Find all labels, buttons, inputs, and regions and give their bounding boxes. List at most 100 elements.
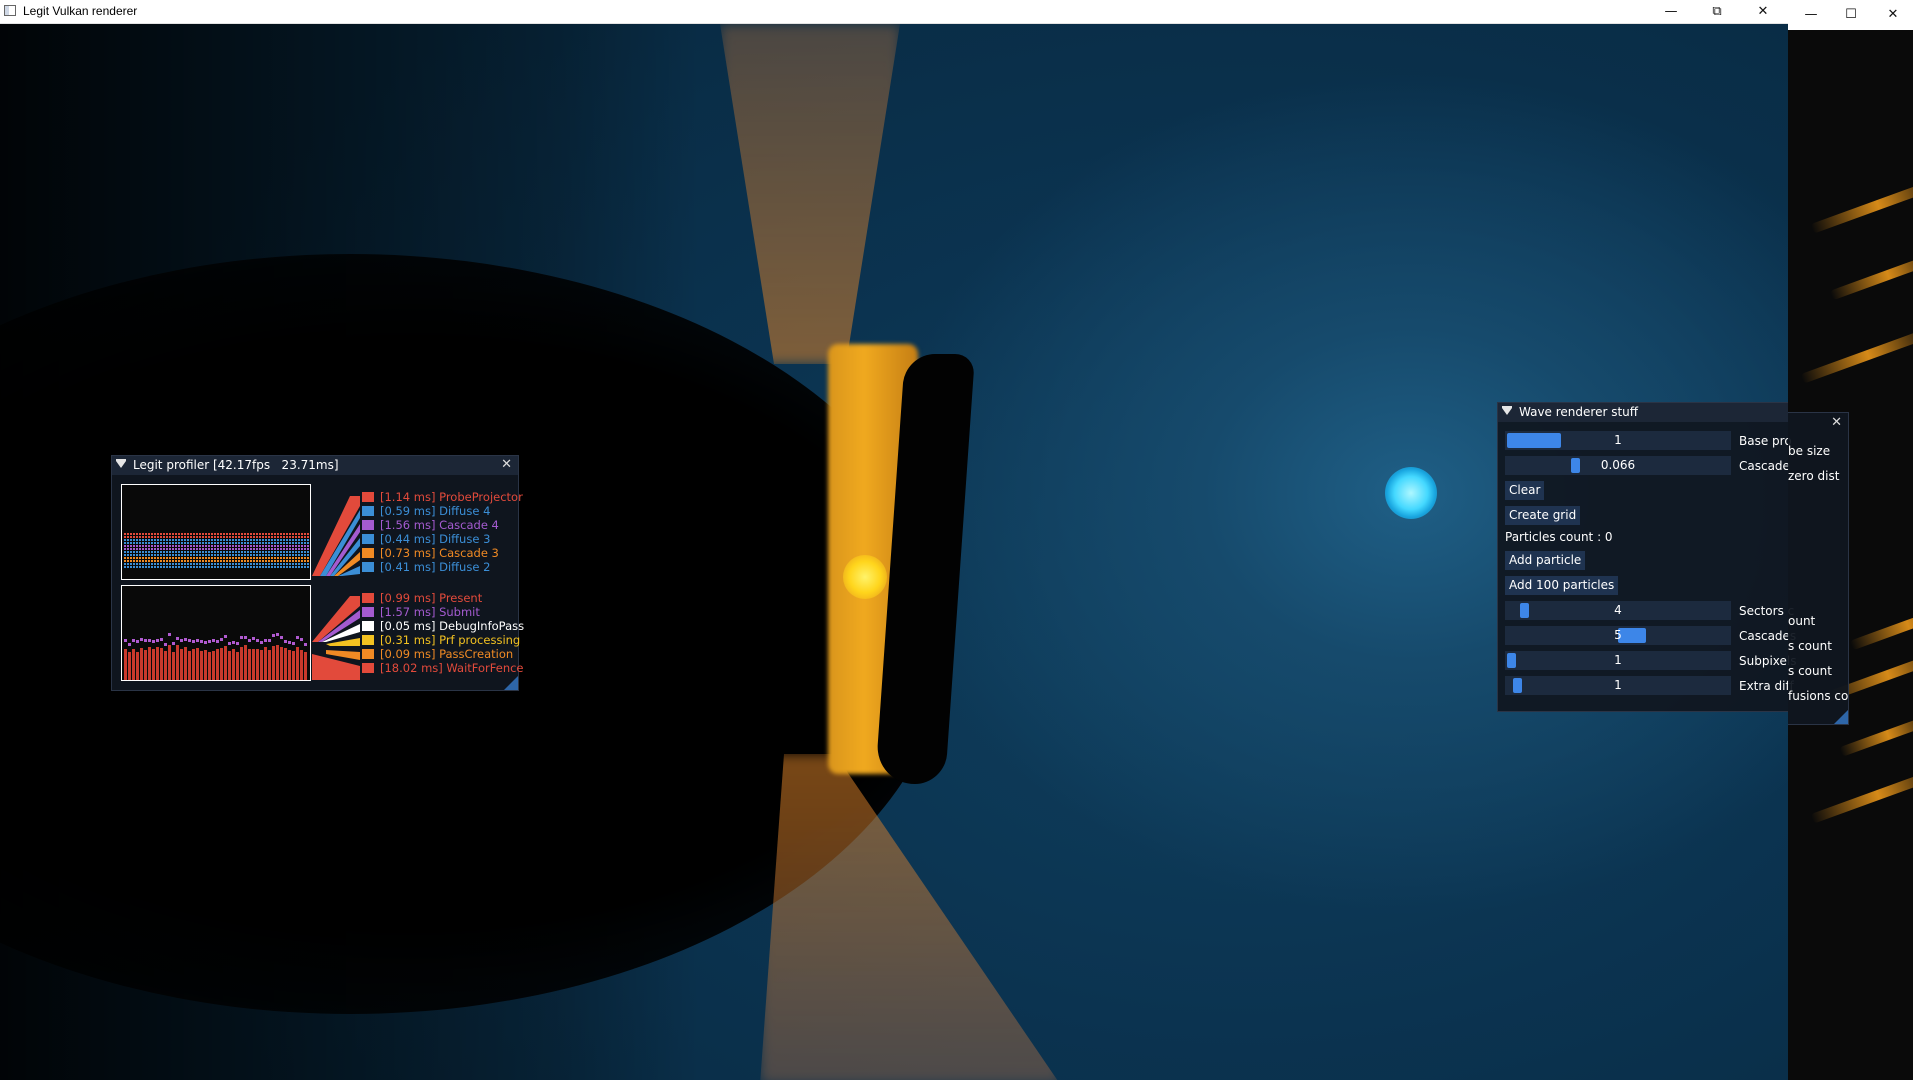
wave-title-bar[interactable]: Wave renderer stuff	[1498, 403, 1788, 422]
gpu-graph-bar	[193, 542, 195, 544]
extra-diffusions-count-slider[interactable]: 1	[1505, 676, 1731, 695]
add-particle-button[interactable]: Add particle	[1505, 551, 1586, 570]
gpu-graph-bar	[265, 533, 267, 535]
blue-light-source	[1385, 467, 1437, 519]
profiler-title-bar[interactable]: Legit profiler [42.17fps 23.71ms] ✕	[112, 456, 518, 475]
gpu-graph-bar	[241, 545, 243, 547]
close-button[interactable]: ✕	[1740, 0, 1786, 23]
gpu-graph-bar	[172, 554, 174, 556]
gpu-graph-bar	[226, 557, 228, 559]
legend-entry: [0.09 ms] PassCreation	[362, 647, 513, 661]
legend-connectors	[312, 496, 360, 680]
legend-swatch	[362, 663, 374, 673]
gpu-graph-bar	[244, 536, 246, 538]
slider-value: 1	[1614, 678, 1622, 692]
gpu-graph-bar	[160, 539, 162, 541]
gpu-graph-bar	[217, 554, 219, 556]
close-icon[interactable]: ✕	[1831, 415, 1842, 430]
legend-swatch	[362, 607, 374, 617]
gpu-graph-bar	[295, 563, 297, 565]
second-close-button[interactable]: ✕	[1870, 3, 1913, 26]
gpu-graph-bar	[271, 551, 273, 553]
gpu-graph-bar	[223, 533, 225, 535]
gpu-graph-bar	[289, 536, 291, 538]
gpu-graph-bar	[220, 539, 222, 541]
gpu-graph-bar	[169, 533, 171, 535]
resize-grip[interactable]	[504, 676, 518, 690]
gpu-graph-bar	[160, 542, 162, 544]
gpu-graph-bar	[124, 545, 126, 547]
gpu-graph-bar	[232, 542, 234, 544]
minimize-button[interactable]: —	[1648, 0, 1694, 23]
gpu-graph-bar	[277, 548, 279, 550]
gpu-graph-bar	[298, 533, 300, 535]
gpu-graph-bar	[205, 536, 207, 538]
gpu-graph-bar	[292, 533, 294, 535]
gpu-graph-bar	[178, 533, 180, 535]
sectors-count-slider[interactable]: 4	[1505, 601, 1731, 620]
gpu-graph-bar	[145, 548, 147, 550]
cascades-count-slider[interactable]: 5	[1505, 626, 1731, 645]
gpu-graph-bar	[178, 557, 180, 559]
gpu-graph-bar	[304, 548, 306, 550]
cpu-graph-marker	[264, 639, 267, 642]
gpu-graph-bar	[274, 536, 276, 538]
collapse-arrow-icon[interactable]	[1502, 406, 1512, 415]
cpu-graph-marker	[284, 640, 287, 643]
gpu-graph-bar	[202, 539, 204, 541]
second-maximize-button[interactable]: ☐	[1828, 3, 1874, 26]
gpu-graph-bar	[175, 533, 177, 535]
close-icon[interactable]: ✕	[501, 457, 512, 472]
gpu-graph-bar	[130, 566, 132, 568]
gpu-graph-bar	[136, 557, 138, 559]
collapse-arrow-icon[interactable]	[116, 459, 126, 468]
gpu-graph-bar	[142, 548, 144, 550]
gpu-graph-bar	[172, 536, 174, 538]
resize-grip[interactable]	[1834, 710, 1848, 724]
gpu-graph-bar	[244, 545, 246, 547]
create-grid-button[interactable]: Create grid	[1505, 506, 1581, 525]
gpu-graph-bar	[199, 557, 201, 559]
gpu-graph-bar	[280, 551, 282, 553]
gpu-graph-bar	[250, 533, 252, 535]
cpu-graph-bar	[148, 647, 151, 680]
gpu-graph-bar	[211, 548, 213, 550]
profiler-window[interactable]: Legit profiler [42.17fps 23.71ms] ✕ [1.1…	[111, 455, 524, 691]
gpu-graph-bar	[307, 548, 309, 550]
clear-button[interactable]: Clear	[1505, 481, 1545, 500]
cascade-zero-dist-slider[interactable]: 0.066	[1505, 456, 1731, 475]
gpu-timing-graph	[121, 484, 311, 580]
subpixels-count-slider[interactable]: 1	[1505, 651, 1731, 670]
gpu-graph-bar	[223, 566, 225, 568]
legend-swatch	[362, 649, 374, 659]
gpu-graph-bar	[202, 551, 204, 553]
gpu-graph-bar	[295, 554, 297, 556]
gpu-graph-bar	[295, 557, 297, 559]
gpu-graph-bar	[223, 560, 225, 562]
cpu-graph-bar	[188, 651, 191, 680]
gpu-graph-bar	[241, 554, 243, 556]
gpu-graph-bar	[241, 542, 243, 544]
gpu-graph-bar	[157, 554, 159, 556]
restore-button[interactable]: ⧉	[1694, 0, 1740, 23]
add-100-particles-button[interactable]: Add 100 particles	[1505, 576, 1619, 595]
gpu-graph-bar	[283, 542, 285, 544]
gpu-graph-bar	[283, 551, 285, 553]
gpu-graph-bar	[154, 545, 156, 547]
base-probe-size-slider[interactable]: 1	[1505, 431, 1731, 450]
cpu-graph-marker	[128, 643, 131, 646]
gpu-graph-bar	[217, 551, 219, 553]
gpu-graph-bar	[187, 557, 189, 559]
gpu-graph-bar	[292, 536, 294, 538]
cpu-graph-marker	[124, 639, 127, 642]
gpu-graph-bar	[292, 566, 294, 568]
gpu-graph-bar	[193, 560, 195, 562]
gpu-graph-bar	[163, 536, 165, 538]
gpu-graph-bar	[283, 566, 285, 568]
gpu-graph-bar	[127, 551, 129, 553]
gpu-graph-bar	[208, 533, 210, 535]
gpu-graph-bar	[286, 548, 288, 550]
gpu-graph-bar	[289, 557, 291, 559]
wave-renderer-window[interactable]: Wave renderer stuff 1 Base pro 0.066 Cas…	[1497, 402, 1797, 712]
wave-window-overflow: ✕ be size zero dist ount s count s count…	[1788, 412, 1849, 725]
